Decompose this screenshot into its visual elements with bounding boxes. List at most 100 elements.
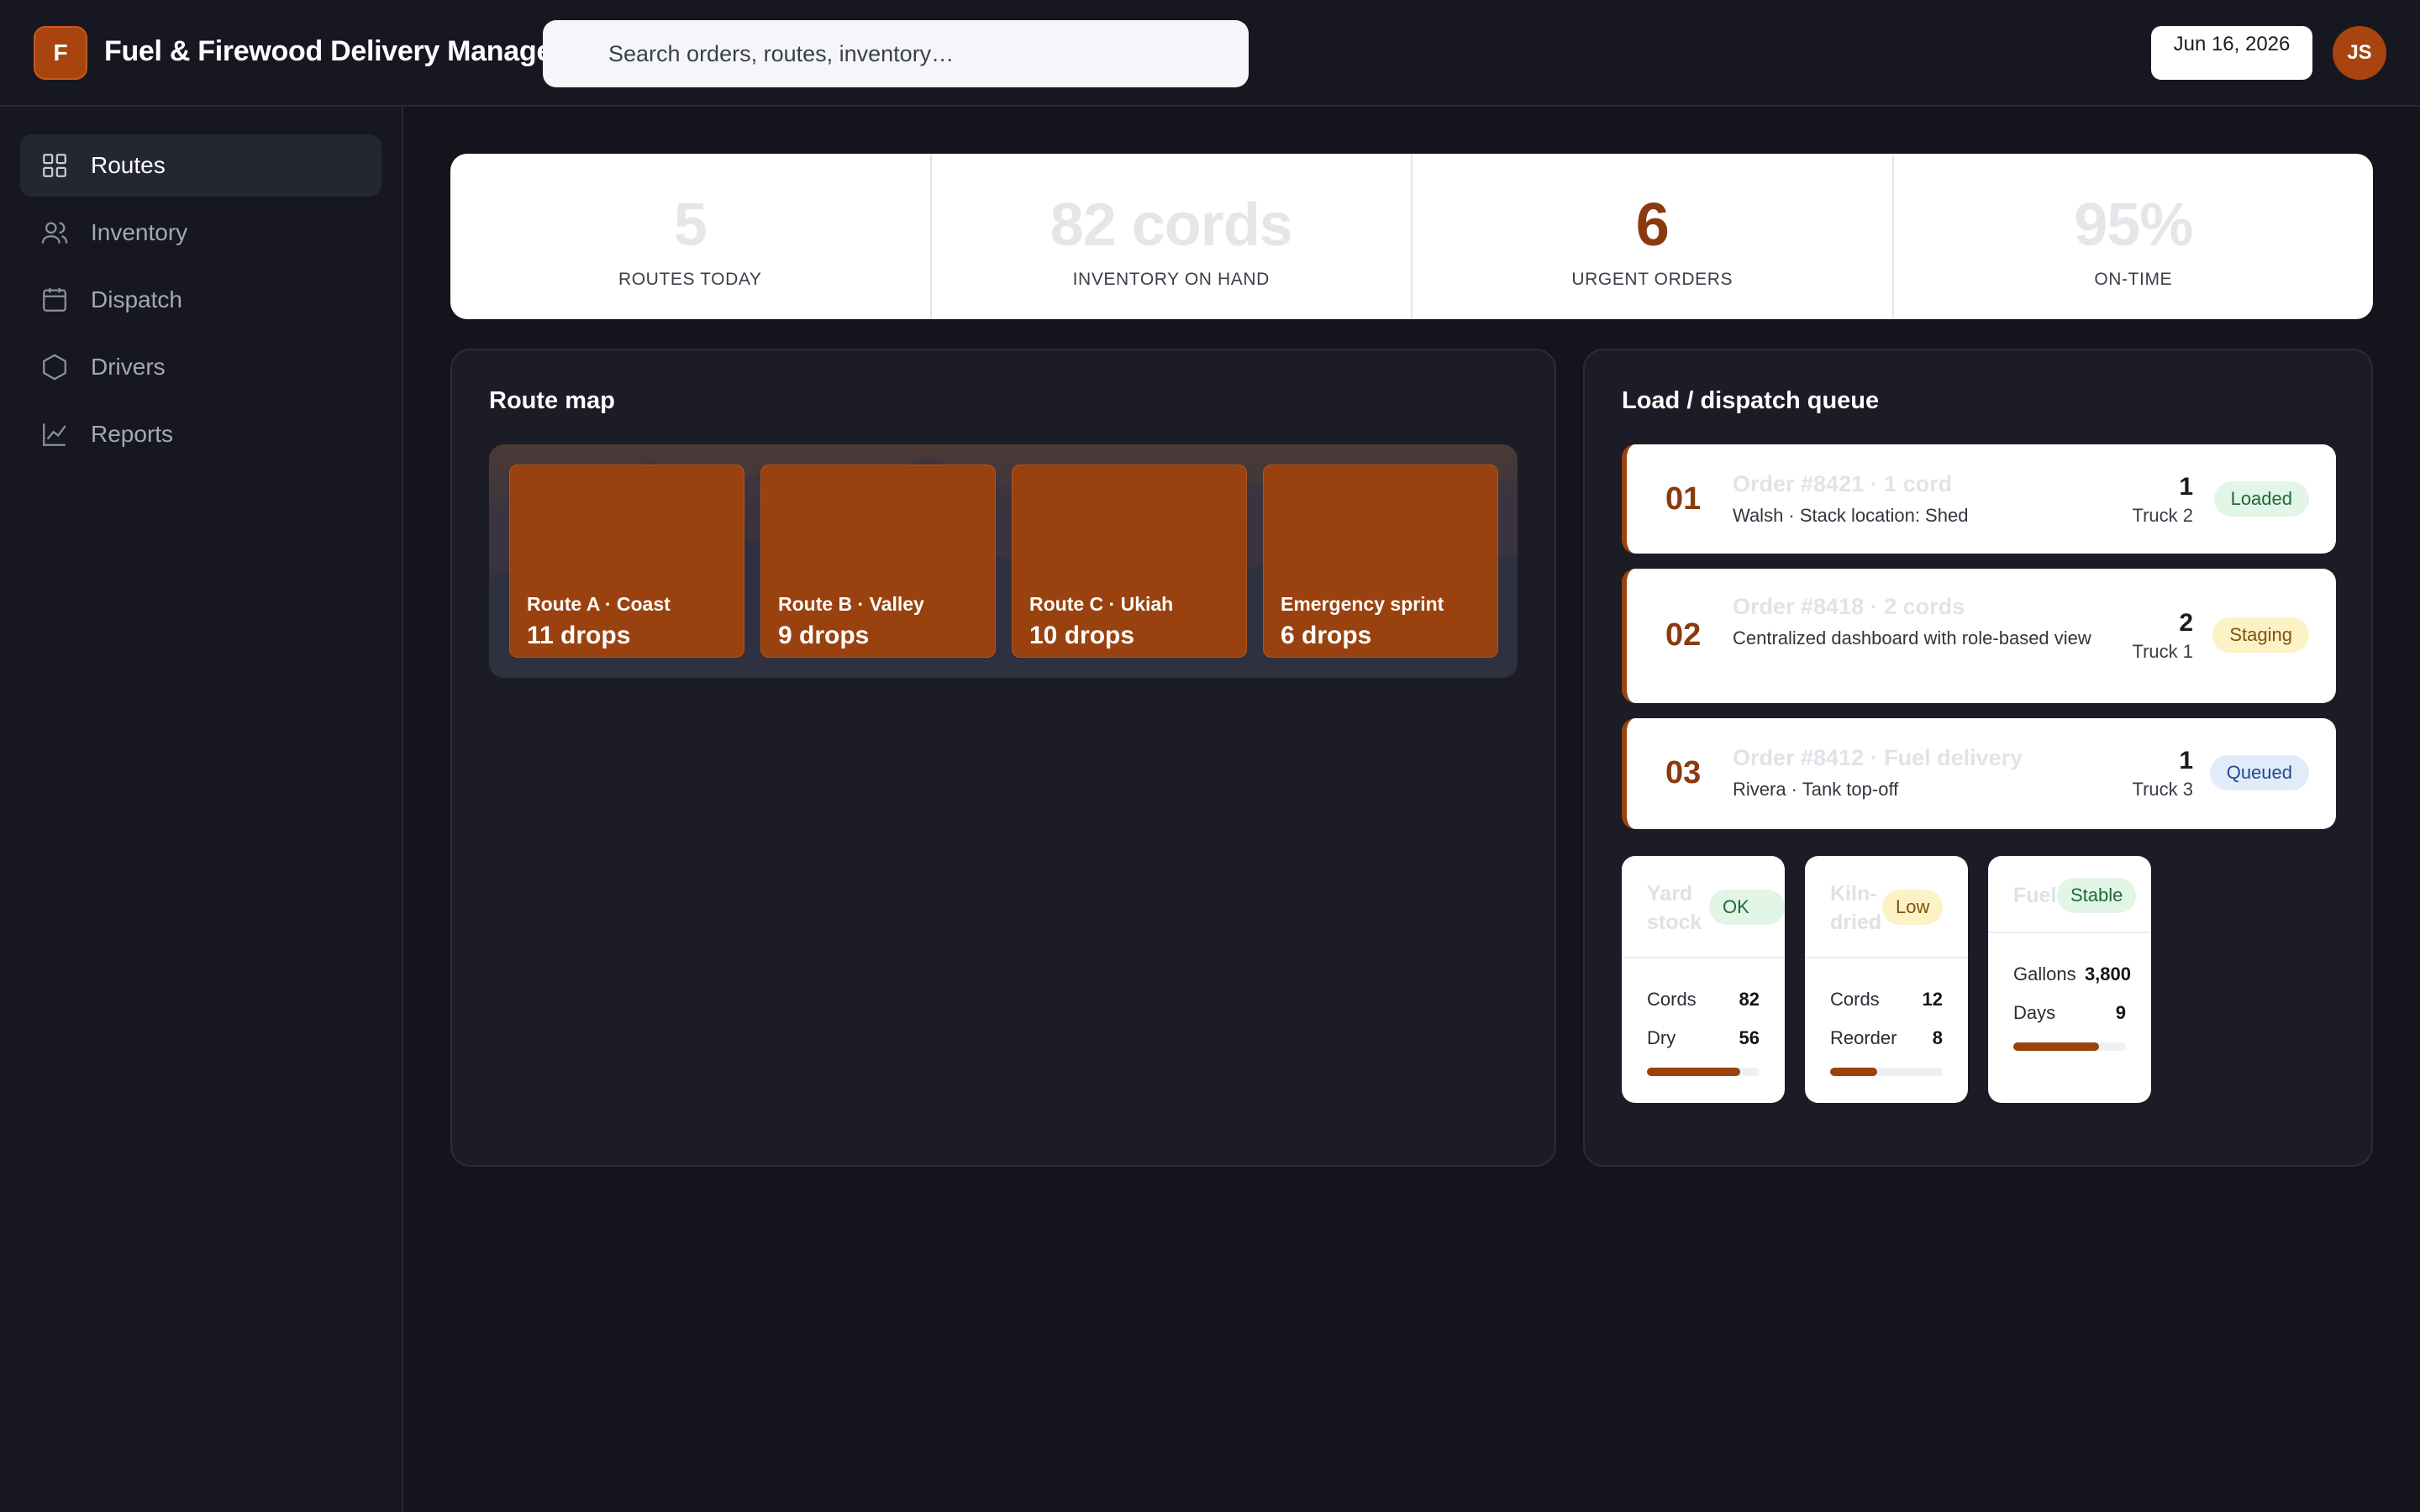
sidebar-item-label: Reports: [91, 421, 174, 447]
sidebar-item-label: Drivers: [91, 354, 166, 380]
stock-row: Cords 82: [1647, 989, 1760, 1011]
stock-level-fill: [1830, 1068, 1878, 1076]
status-badge: Loaded: [2213, 481, 2309, 517]
stock-card-header: Yard stock OK: [1622, 856, 1785, 958]
queue-number: 01: [1665, 481, 1702, 517]
stock-card-fuel[interactable]: Fuel Stable Gallons 3,800 Days 9: [1988, 856, 2151, 1103]
avatar-initials: JS: [2347, 41, 2372, 64]
kpi-on-time[interactable]: 95% ON-TIME: [1894, 154, 2374, 319]
line-chart-icon: [40, 420, 69, 449]
sidebar-item-label: Dispatch: [91, 286, 182, 312]
status-badge: Queued: [2209, 755, 2309, 790]
kpi-value: 5: [673, 192, 708, 259]
stock-level-bar: [2013, 1042, 2126, 1051]
stock-level-fill: [1647, 1068, 1741, 1076]
kpi-urgent-orders[interactable]: 6 URGENT ORDERS: [1413, 154, 1894, 319]
queue-order-detail: Centralized dashboard with role-based vi…: [1733, 627, 2091, 648]
queue-item[interactable]: 03 Order #8412 · Fuel delivery Rivera · …: [1622, 718, 2336, 829]
stock-row: Cords 12: [1830, 989, 1943, 1011]
kpi-routes-today[interactable]: 5 ROUTES TODAY: [450, 154, 932, 319]
queue-item[interactable]: 01 Order #8421 · 1 cord Walsh · Stack lo…: [1622, 444, 2336, 554]
stock-level-fill: [2013, 1042, 2099, 1051]
queue-order-title: Order #8412 · Fuel delivery: [1733, 745, 2023, 770]
kpi-inventory[interactable]: 82 cords INVENTORY ON HAND: [932, 154, 1413, 319]
queue-number: 02: [1665, 617, 1702, 653]
queue-quantity: 2: [2179, 609, 2193, 637]
stock-row-value: 8: [1932, 1027, 1943, 1048]
panel-title: Route map: [489, 387, 615, 414]
stock-row-value: 56: [1739, 1027, 1760, 1048]
sidebar-item-drivers[interactable]: Drivers: [20, 336, 381, 398]
kpi-value: 82 cords: [1050, 192, 1293, 259]
stock-row-label: Dry: [1647, 1027, 1676, 1048]
sidebar-item-label: Routes: [91, 152, 166, 178]
app-logo[interactable]: F: [34, 26, 87, 80]
date-chip[interactable]: Jun 16, 2026: [2151, 26, 2312, 80]
kpi-label: ROUTES TODAY: [618, 270, 762, 289]
stock-row-value: 3,800: [2084, 963, 2131, 984]
calendar-icon: [40, 286, 69, 314]
route-map[interactable]: Route A · Coast 11 drops Route B · Valle…: [489, 444, 1518, 678]
status-badge: OK: [1709, 890, 1785, 925]
sidebar-item-label: Inventory: [91, 219, 188, 245]
route-card-emergency[interactable]: Emergency sprint 6 drops: [1263, 465, 1498, 658]
kpi-value: 6: [1635, 192, 1670, 259]
queue-number: 03: [1665, 755, 1702, 790]
grid-icon: [40, 151, 69, 180]
sidebar-item-dispatch[interactable]: Dispatch: [20, 269, 381, 331]
stock-row: Dry 56: [1647, 1027, 1760, 1049]
queue-truck: Truck 1: [2132, 641, 2193, 662]
sidebar: Routes Inventory Dispatch Drivers Report…: [0, 107, 403, 1512]
logo-letter: F: [53, 39, 68, 66]
route-drops: 9 drops: [778, 622, 870, 649]
users-icon: [40, 218, 69, 247]
kpi-label: INVENTORY ON HAND: [1072, 270, 1270, 289]
stock-level-bar: [1647, 1068, 1760, 1076]
route-card-c[interactable]: Route C · Ukiah 10 drops: [1012, 465, 1247, 658]
stock-row-value: 12: [1922, 989, 1943, 1010]
app-title: Fuel & Firewood Delivery Manager: [104, 35, 563, 67]
hexagon-icon: [40, 353, 69, 381]
stock-row-label: Gallons: [2013, 963, 2076, 984]
route-name: Emergency sprint: [1281, 593, 1444, 615]
route-name: Route B · Valley: [778, 593, 924, 615]
stock-row: Days 9: [2013, 1002, 2126, 1024]
route-drops: 6 drops: [1281, 622, 1372, 649]
status-badge: Low: [1882, 890, 1944, 925]
user-avatar[interactable]: JS: [2333, 26, 2386, 80]
date-label: Jun 16, 2026: [2173, 33, 2291, 55]
route-card-a[interactable]: Route A · Coast 11 drops: [509, 465, 744, 658]
kpi-strip: 5 ROUTES TODAY 82 cords INVENTORY ON HAN…: [450, 154, 2373, 319]
route-name: Route A · Coast: [527, 593, 671, 615]
status-badge: Staging: [2212, 617, 2309, 653]
route-drops: 11 drops: [527, 622, 631, 649]
stock-row-label: Reorder: [1830, 1027, 1897, 1048]
stock-card-kiln-dried[interactable]: Kiln-dried Low Cords 12 Reorder 8: [1805, 856, 1968, 1103]
queue-order-title: Order #8418 · 2 cords: [1733, 594, 1965, 619]
queue-quantity: 1: [2179, 473, 2193, 501]
route-card-b[interactable]: Route B · Valley 9 drops: [760, 465, 996, 658]
queue-order-title: Order #8421 · 1 cord: [1733, 471, 1953, 496]
stock-row-value: 82: [1739, 989, 1760, 1010]
queue-truck: Truck 2: [2132, 505, 2193, 526]
top-bar: F Fuel & Firewood Delivery Manager Jun 1…: [0, 0, 2420, 107]
stock-row-label: Days: [2013, 1002, 2056, 1023]
stock-card-yard[interactable]: Yard stock OK Cords 82 Dry 56: [1622, 856, 1785, 1103]
sidebar-item-inventory[interactable]: Inventory: [20, 202, 381, 264]
search-input[interactable]: [543, 20, 1249, 87]
stock-card-header: Fuel Stable: [1988, 856, 2151, 933]
queue-item[interactable]: 02 Order #8418 · 2 cords Centralized das…: [1622, 569, 2336, 703]
search-bar[interactable]: [543, 20, 1249, 87]
stock-level-bar: [1830, 1068, 1943, 1076]
route-drops: 10 drops: [1029, 622, 1135, 649]
kpi-label: ON-TIME: [2094, 270, 2173, 289]
queue-order-detail: Walsh · Stack location: Shed: [1733, 505, 1969, 526]
status-badge: Stable: [2057, 878, 2137, 913]
sidebar-item-routes[interactable]: Routes: [20, 134, 381, 197]
queue-order-detail: Rivera · Tank top-off: [1733, 779, 1899, 800]
sidebar-item-reports[interactable]: Reports: [20, 403, 381, 465]
stock-row: Reorder 8: [1830, 1027, 1943, 1049]
stock-row: Gallons 3,800: [2013, 963, 2131, 985]
route-name: Route C · Ukiah: [1029, 593, 1174, 615]
stock-row-label: Cords: [1830, 989, 1880, 1010]
